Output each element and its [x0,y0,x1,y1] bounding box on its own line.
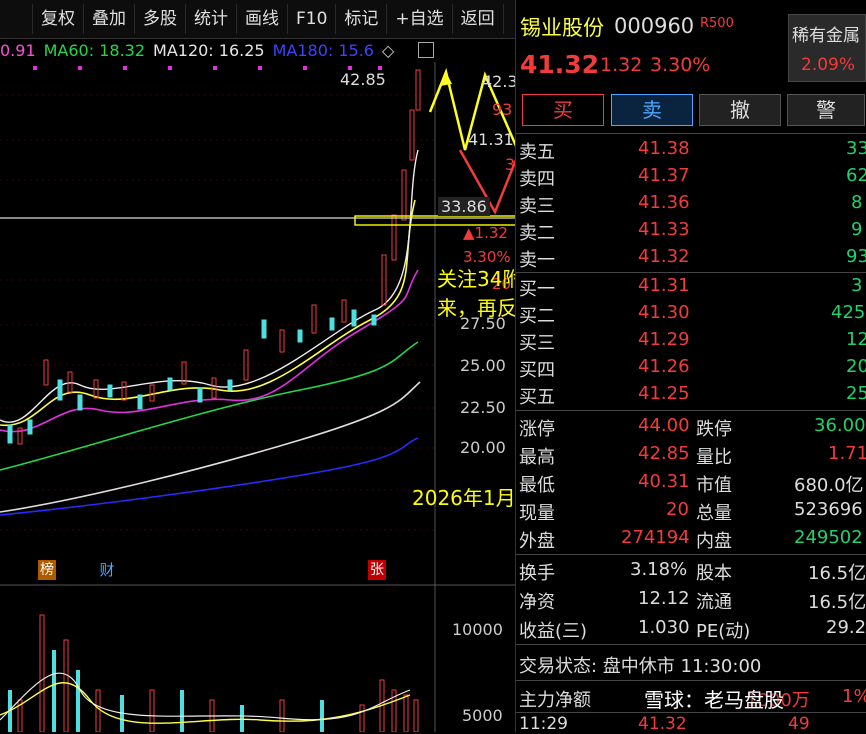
trade-status: 交易状态: 盘中休市 11:30:00 [519,656,762,677]
toolbar-tongji-button[interactable]: 统计 [186,4,237,34]
chart-toolbar: 复权 叠加 多股 统计 画线 F10 标记 +自选 返回 [0,0,515,39]
last-price: 41.32 [520,50,600,79]
toolbar-add-watchlist-button[interactable]: +自选 [387,4,453,34]
price-change: 1.32 [600,54,643,76]
stock-code: 000960 [614,14,695,38]
toolbar-f10-button[interactable]: F10 [288,4,337,34]
sell-order-2: 卖二 41.33 9 [519,219,863,244]
axis-label-20: 20.00 [460,438,506,457]
crosshair-change-label: ▲1.32 [463,224,508,242]
sector-name: 稀有金属 [792,26,860,46]
toolbar-fuquan-button[interactable]: 复权 [33,4,84,34]
stat-row-netasset: 净资 12.12 流通 16.5亿 [519,588,866,613]
peak-price-label: 42.85 [340,70,386,89]
stat-row-volume: 现量 20 总量 523696 [519,499,863,524]
toolbar-duogu-button[interactable]: 多股 [135,4,186,34]
ma-legend: 0.91 MA60: 18.32 MA120: 16.25 MA180: 15.… [0,38,440,62]
watermark: 雪球：老马盘股 [644,688,784,712]
ma120-line [0,381,421,513]
toolbar-diejia-button[interactable]: 叠加 [84,4,135,34]
buy-order-5: 买五 41.25 25 [519,383,866,408]
ma180-line [0,437,419,516]
divider [516,644,866,645]
stock-name: 锡业股份 [520,16,604,40]
volume-bars [8,614,419,732]
tick-time: 11:29 [519,714,568,734]
crosshair-price-label: 33.86 [438,197,490,216]
panel-toggle-icon[interactable] [418,42,434,58]
axis-partial-93: 93 [492,100,513,119]
stat-row-turnover: 换手 3.18% 股本 16.5亿 [519,559,866,584]
sell-order-1: 卖一 41.32 93 [519,246,866,271]
tick-price: 41.32 [638,714,687,734]
axis-partial-3: 3 [505,155,516,174]
ma5-line [0,149,419,423]
rank-marker[interactable]: 榜 [38,560,56,580]
ma60-line [0,341,419,471]
cancel-order-button[interactable]: 撤 [699,94,781,126]
alert-button[interactable]: 警 [787,94,865,126]
divider [516,554,866,555]
axis-label-22: 22.50 [460,398,506,417]
kline-chart[interactable] [0,62,515,732]
divider [516,133,866,134]
toolbar-back-button[interactable]: 返回 [453,4,504,34]
sell-order-3: 卖三 41.36 8 [519,192,863,217]
buy-order-1: 买一 41.31 3 [519,275,863,300]
buy-order-2: 买二 41.30 425 [519,302,866,327]
ma60-value: MA60: 18.32 [43,40,146,60]
divider [516,680,866,681]
stat-row-limit: 涨停 44.00 跌停 36.00 [519,415,866,440]
price-change-pct: 3.30% [650,54,711,76]
buy-order-4: 买四 41.26 20 [519,356,866,381]
volume-axis-5000: 5000 [462,706,503,725]
volume-axis-10000: 10000 [452,620,503,639]
axis-label-25: 25.00 [460,356,506,375]
ma20-line [0,269,419,433]
toolbar-huaxian-button[interactable]: 画线 [237,4,288,34]
sector-box[interactable]: 稀有金属 2.09% [788,14,866,82]
stat-row-high: 最高 42.85 量比 1.71 [519,443,866,468]
stat-row-eps: 收益(三) 1.030 PE(动) 29.2 [519,617,866,642]
sell-button[interactable]: 卖 [611,94,693,126]
candlesticks [7,69,421,445]
ma180-value: MA180: 15.6 [272,40,374,60]
divider [516,410,866,411]
ma20-value: 0.91 [0,40,36,60]
stat-row-low: 最低 40.31 市值 680.0亿 [519,471,864,496]
axis-label-41: 41.31 [468,130,514,149]
ma120-value: MA120: 16.25 [153,40,265,60]
volume-ma2-line [0,672,411,721]
buy-order-3: 买三 41.29 12 [519,329,866,354]
volume-ma-line [0,682,411,724]
main-flow-pct: 1% [842,686,866,707]
toolbar-biaoji-button[interactable]: 标记 [336,4,388,34]
collapse-icon[interactable]: ◇ [382,41,394,60]
quote-panel: 锡业股份 000960 R500 稀有金属 2.09% 41.32 1.32 3… [515,0,866,734]
buy-button[interactable]: 买 [522,94,604,126]
limit-up-marker[interactable]: 张 [368,560,386,580]
sector-pct: 2.09% [801,55,856,75]
tick-volume: 49 [788,714,810,734]
sell-order-4: 卖四 41.37 62 [519,165,866,190]
finance-marker[interactable]: 财 [98,560,116,580]
main-flow-label: 主力净额 [519,690,591,711]
index-badge: R500 [700,16,734,31]
signal-dots [33,66,382,70]
stat-row-outer: 外盘 274194 内盘 249502 [519,527,863,552]
toolbar-spacer [0,4,33,34]
divider [516,712,866,713]
sell-order-5: 卖五 41.38 33 [519,138,866,163]
